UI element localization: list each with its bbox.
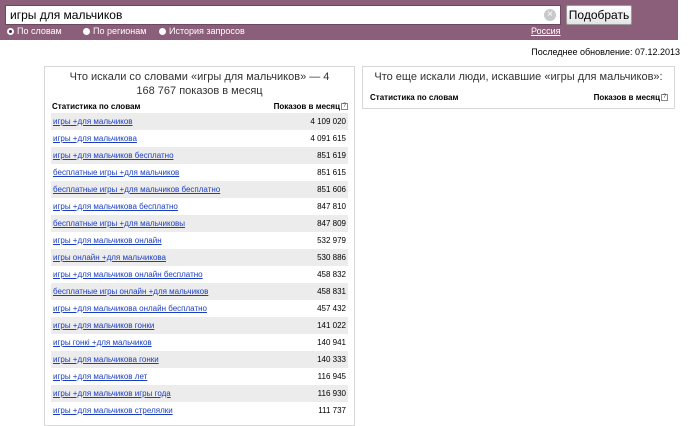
shows-count: 847 810 — [317, 202, 346, 211]
shows-count: 532 979 — [317, 236, 346, 245]
table-row: игры +для мальчиков бесплатно 851 619 — [51, 147, 348, 164]
radio-history[interactable]: История запросов — [159, 26, 245, 36]
keyword-link[interactable]: игры +для мальчикова онлайн бесплатно — [53, 304, 207, 313]
keyword-link[interactable]: бесплатные игры +для мальчиков — [53, 168, 179, 177]
search-bar: игры для мальчиков × Подобрать По словам… — [0, 0, 688, 40]
table-row: бесплатные игры +для мальчиков бесплатно… — [51, 181, 348, 198]
shows-count: 458 831 — [317, 287, 346, 296]
table-row: игры +для мальчиков онлайн 532 979 — [51, 232, 348, 249]
table-row: игры гонкі +для мальчиков 140 941 — [51, 334, 348, 351]
column-header-shows: Показов в месяц ? — [594, 93, 668, 102]
keyword-link[interactable]: игры +для мальчиков гонки — [53, 321, 154, 330]
keyword-link[interactable]: игры +для мальчиков бесплатно — [53, 151, 174, 160]
search-bar-arrow — [636, 0, 650, 40]
related-queries-panel: Что еще искали люди, искавшие «игры для … — [362, 66, 675, 109]
keyword-link[interactable]: игры +для мальчикова бесплатно — [53, 202, 178, 211]
help-icon[interactable]: ? — [341, 103, 348, 110]
clear-icon[interactable]: × — [544, 9, 556, 21]
radio-label: История запросов — [169, 26, 245, 36]
table-header: Статистика по словам Показов в месяц ? — [363, 90, 674, 104]
shows-count: 4 091 615 — [310, 134, 346, 143]
shows-count: 457 432 — [317, 304, 346, 313]
keyword-link[interactable]: игры +для мальчикова — [53, 134, 137, 143]
keyword-stats-panel: Что искали со словами «игры для мальчико… — [44, 66, 355, 426]
table-row: игры +для мальчиков 4 109 020 — [51, 113, 348, 130]
radio-by-regions[interactable]: По регионам — [83, 26, 146, 36]
column-header-words: Статистика по словам — [52, 102, 141, 111]
shows-count: 458 832 — [317, 270, 346, 279]
table-row: игры +для мальчиков лет 116 945 — [51, 368, 348, 385]
keyword-link[interactable]: бесплатные игры +для мальчиков бесплатно — [53, 185, 220, 194]
table-row: игры +для мальчикова бесплатно 847 810 — [51, 198, 348, 215]
related-queries-title: Что еще искали люди, искавшие «игры для … — [374, 71, 663, 83]
table-header: Статистика по словам Показов в месяц ? — [45, 99, 354, 113]
shows-count: 530 886 — [317, 253, 346, 262]
shows-count: 116 945 — [317, 372, 346, 381]
column-header-shows-label: Показов в месяц — [593, 93, 660, 102]
keyword-link[interactable]: игры +для мальчиков лет — [53, 372, 147, 381]
keyword-link[interactable]: бесплатные игры +для мальчиковы — [53, 219, 185, 228]
keyword-link[interactable]: игры +для мальчиков стрелялки — [53, 406, 173, 415]
submit-button[interactable]: Подобрать — [566, 5, 632, 25]
keyword-link[interactable]: игры онлайн +для мальчикова — [53, 253, 166, 262]
table-row: игры +для мальчикова 4 091 615 — [51, 130, 348, 147]
shows-count: 4 109 020 — [310, 117, 346, 126]
keyword-link[interactable]: игры гонкі +для мальчиков — [53, 338, 152, 347]
shows-count: 851 615 — [317, 168, 346, 177]
radio-label: По регионам — [93, 26, 147, 36]
keyword-link[interactable]: игры +для мальчиков игры года — [53, 389, 171, 398]
shows-count: 140 333 — [317, 355, 346, 364]
column-header-shows: Показов в месяц ? — [274, 102, 348, 111]
column-header-words: Статистика по словам — [370, 93, 459, 102]
table-row: игры +для мальчикова гонки 140 333 — [51, 351, 348, 368]
keyword-link[interactable]: бесплатные игры онлайн +для мальчиков — [53, 287, 208, 296]
shows-count: 851 619 — [317, 151, 346, 160]
table-row: игры +для мальчиков стрелялки 111 737 — [51, 402, 348, 419]
keyword-table: игры +для мальчиков 4 109 020 игры +для ма… — [51, 113, 348, 419]
region-link[interactable]: Россия — [531, 26, 561, 36]
shows-count: 851 606 — [317, 185, 346, 194]
table-row: бесплатные игры +для мальчиковы 847 809 — [51, 215, 348, 232]
table-row: игры +для мальчикова онлайн бесплатно 457… — [51, 300, 348, 317]
keyword-link[interactable]: игры +для мальчиков онлайн бесплатно — [53, 270, 203, 279]
last-updated: Последнее обновление: 07.12.2013 — [531, 47, 680, 57]
shows-count: 847 809 — [317, 219, 346, 228]
radio-label: По словам — [17, 26, 62, 36]
keyword-link[interactable]: игры +для мальчиков онлайн — [53, 236, 162, 245]
radio-by-words[interactable]: По словам — [7, 26, 62, 36]
keyword-stats-title: Что искали со словами «игры для мальчико… — [69, 71, 330, 97]
radio-selected-icon — [7, 27, 14, 35]
radio-icon — [83, 27, 90, 35]
shows-count: 140 941 — [317, 338, 346, 347]
keyword-link[interactable]: игры +для мальчикова гонки — [53, 355, 159, 364]
help-icon[interactable]: ? — [661, 94, 668, 101]
keyword-link[interactable]: игры +для мальчиков — [53, 117, 133, 126]
table-row: игры +для мальчиков онлайн бесплатно 458 … — [51, 266, 348, 283]
search-input[interactable]: игры для мальчиков — [5, 5, 561, 25]
shows-count: 141 022 — [317, 321, 346, 330]
table-row: бесплатные игры онлайн +для мальчиков 458… — [51, 283, 348, 300]
table-row: игры +для мальчиков игры года 116 930 — [51, 385, 348, 402]
shows-count: 116 930 — [317, 389, 346, 398]
table-row: бесплатные игры +для мальчиков 851 615 — [51, 164, 348, 181]
table-row: игры онлайн +для мальчикова 530 886 — [51, 249, 348, 266]
table-row: игры +для мальчиков гонки 141 022 — [51, 317, 348, 334]
shows-count: 111 737 — [318, 406, 346, 415]
radio-icon — [159, 27, 166, 35]
column-header-shows-label: Показов в месяц — [273, 102, 340, 111]
